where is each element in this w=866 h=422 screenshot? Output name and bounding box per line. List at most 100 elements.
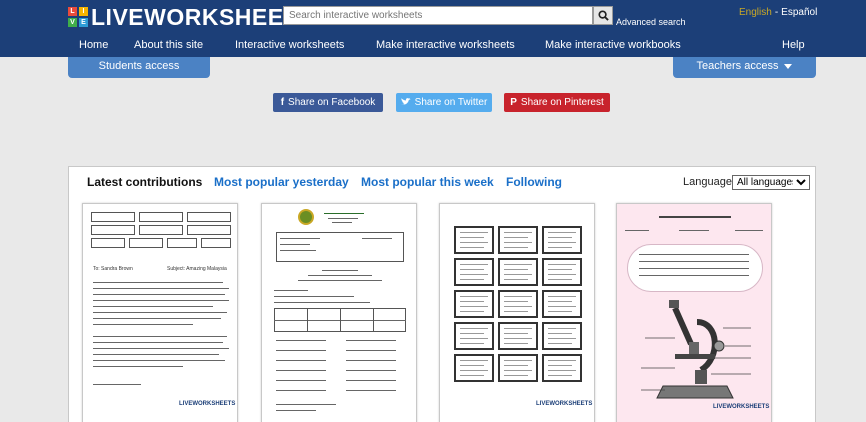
language-label: Language:: [683, 176, 735, 188]
logo-letter: V: [68, 18, 77, 27]
thumb-text-line: [93, 288, 229, 289]
thumb-text-line: [548, 338, 576, 339]
thumb-text-line: [548, 311, 572, 312]
share-facebook-button[interactable]: f Share on Facebook: [273, 93, 383, 112]
thumb-text-line: [460, 360, 488, 361]
thumb-text-line: [93, 366, 183, 367]
thumb-card: [498, 322, 538, 350]
lang-english-link[interactable]: English: [739, 7, 772, 18]
tab-following[interactable]: Following: [506, 175, 562, 189]
thumb-brand: LIVEWORKSHEETS: [713, 404, 770, 410]
thumb-text-line: [346, 360, 396, 361]
thumb-text-line: [548, 247, 572, 248]
tab-latest-contributions[interactable]: Latest contributions: [87, 175, 202, 189]
thumb-text-line: [460, 242, 488, 243]
thumb-text-line: [548, 360, 576, 361]
logo-letter: E: [79, 18, 88, 27]
thumb-text-line: [328, 218, 358, 219]
thumb-text-line: [93, 306, 213, 307]
facebook-icon: f: [280, 97, 285, 108]
thumb-text-line: [460, 264, 488, 265]
thumb-card: [542, 322, 582, 350]
students-access-tab[interactable]: Students access: [68, 57, 210, 78]
thumb-text-line: [504, 247, 528, 248]
thumb-text-line: [504, 328, 532, 329]
nav-interactive-worksheets[interactable]: Interactive worksheets: [235, 39, 344, 51]
worksheet-thumbnail[interactable]: [261, 203, 417, 422]
thumb-text-line: [93, 318, 221, 319]
thumb-box: [139, 225, 183, 235]
thumb-text-line: [504, 279, 528, 280]
thumb-text-line: [460, 306, 488, 307]
logo-letter: L: [68, 7, 77, 16]
thumb-text-line: [548, 333, 572, 334]
thumb-text-line: [460, 247, 484, 248]
thumb-text-line: [504, 370, 532, 371]
thumb-text-line: [460, 279, 484, 280]
tab-popular-yesterday[interactable]: Most popular yesterday: [214, 175, 349, 189]
language-select[interactable]: All languages: [732, 175, 810, 190]
thumb-text-line: [93, 294, 225, 295]
thumb-text-line: [504, 343, 528, 344]
worksheet-thumbnail[interactable]: LIVEWORKSHEETS: [616, 203, 772, 422]
thumb-card: [498, 290, 538, 318]
thumb-text-line: [639, 275, 749, 276]
thumb-text-line: [280, 244, 310, 245]
school-emblem-icon: [298, 209, 314, 225]
nav-home[interactable]: Home: [79, 39, 108, 51]
thumb-text-line: [280, 238, 320, 239]
thumb-text-line: [362, 238, 392, 239]
microscope-icon: [641, 300, 751, 399]
logo-text: LIVEWORKSHEETS: [91, 3, 314, 30]
contributions-panel: Latest contributions Most popular yester…: [68, 166, 816, 422]
thumb-text-line: [504, 242, 532, 243]
thumb-text-line: [504, 338, 532, 339]
thumb-table-line: [307, 308, 308, 332]
thumb-text-line: [548, 370, 576, 371]
thumb-text-line: [504, 333, 528, 334]
nav-make-worksheets[interactable]: Make interactive worksheets: [376, 39, 515, 51]
teachers-access-tab[interactable]: Teachers access: [673, 57, 816, 78]
thumb-text-line: [93, 282, 223, 283]
thumb-text-line: [548, 306, 576, 307]
thumb-text-line: [548, 237, 572, 238]
thumb-text-line: [276, 360, 326, 361]
site-logo[interactable]: L I V E LIVEWORKSHEETS: [68, 3, 314, 31]
search-input[interactable]: [283, 6, 593, 25]
thumb-text-line: [93, 348, 229, 349]
thumb-box: [201, 238, 231, 248]
language-switch: English - Español: [739, 7, 817, 18]
thumb-subject: Subject: Amazing Malaysia: [167, 266, 227, 272]
share-pinterest-button[interactable]: P Share on Pinterest: [504, 93, 610, 112]
thumb-title-line: [659, 216, 731, 218]
logo-letter: I: [79, 7, 88, 16]
thumb-text-line: [346, 340, 396, 341]
worksheet-thumbnail[interactable]: LIVEWORKSHEETS: [439, 203, 595, 422]
thumb-card: [542, 258, 582, 286]
lang-spanish-link[interactable]: Español: [781, 7, 817, 18]
thumb-info-box: [276, 232, 404, 262]
thumb-box: [91, 212, 135, 222]
nav-help[interactable]: Help: [782, 39, 805, 51]
nav-make-workbooks[interactable]: Make interactive workbooks: [545, 39, 681, 51]
thumb-text-line: [548, 264, 576, 265]
thumb-text-line: [332, 222, 352, 223]
thumb-box: [91, 238, 125, 248]
advanced-search-link[interactable]: Advanced search: [616, 17, 686, 27]
thumb-text-line: [324, 213, 364, 214]
thumb-text-line: [346, 350, 396, 351]
thumb-text-line: [93, 336, 227, 337]
thumb-card: [542, 290, 582, 318]
worksheet-thumbnail[interactable]: To: Sandra Brown Subject: Amazing Malays…: [82, 203, 238, 422]
thumb-text-line: [504, 360, 532, 361]
search-button[interactable]: [593, 6, 613, 25]
thumb-text-line: [504, 301, 528, 302]
thumb-card: [542, 226, 582, 254]
share-twitter-button[interactable]: Share on Twitter: [396, 93, 492, 112]
thumb-text-line: [504, 311, 528, 312]
thumb-box: [167, 238, 197, 248]
thumb-text-line: [548, 343, 572, 344]
tab-popular-week[interactable]: Most popular this week: [361, 175, 494, 189]
thumb-box: [139, 212, 183, 222]
nav-about[interactable]: About this site: [134, 39, 203, 51]
